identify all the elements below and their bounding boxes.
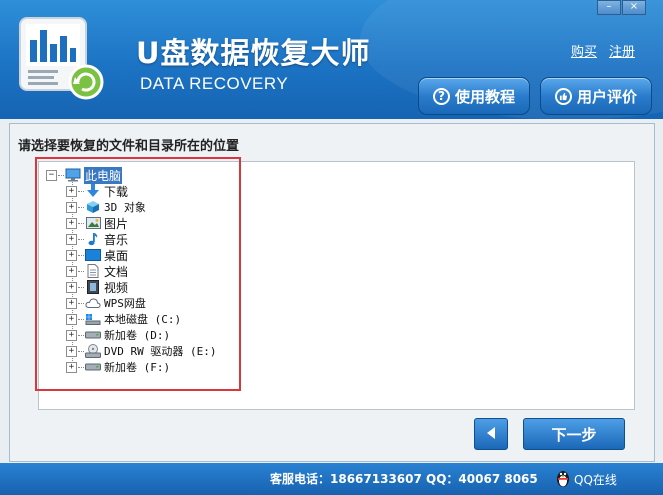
review-button-label: 用户评价 (576, 87, 637, 106)
document-icon (85, 264, 101, 278)
expand-toggle[interactable]: + (66, 249, 77, 261)
desktop-icon (85, 248, 101, 262)
tree-node-label: 视频 (104, 280, 129, 295)
tree-node-dvd-e[interactable]: + DVD RW 驱动器 (E:) (66, 343, 216, 359)
tree-node-3d-objects[interactable]: + 3D 对象 (66, 199, 146, 215)
expand-toggle[interactable]: + (66, 329, 77, 341)
expand-toggle[interactable]: + (66, 313, 77, 325)
register-link[interactable]: 注册 (609, 45, 635, 60)
computer-icon (65, 168, 81, 182)
cube-icon (85, 200, 101, 214)
close-button[interactable]: × (622, 0, 646, 15)
review-button[interactable]: 用户评价 (540, 77, 652, 115)
tree-node-label: 音乐 (104, 232, 129, 247)
tutorial-button-label: 使用教程 (454, 87, 515, 106)
thumb-icon (554, 87, 572, 105)
app-title: U盘数据恢复大师 (136, 36, 371, 70)
tree-node-drive-d[interactable]: + 新加卷 (D:) (66, 327, 170, 343)
arrow-left-icon (486, 426, 496, 443)
tree-node-label: 图片 (104, 216, 129, 231)
expand-toggle[interactable]: + (66, 345, 77, 357)
buy-link[interactable]: 购买 (571, 45, 597, 60)
expand-toggle[interactable]: + (66, 265, 77, 277)
contact-info: 客服电话：18667133607 QQ：40067 8065 (270, 472, 538, 486)
tree-node-pictures[interactable]: + 图片 (66, 215, 128, 231)
collapse-toggle[interactable]: − (46, 169, 57, 181)
qq-penguin-icon (555, 468, 571, 491)
download-icon (85, 184, 101, 198)
windows-drive-icon (85, 312, 101, 326)
expand-toggle[interactable]: + (66, 281, 77, 293)
expand-toggle[interactable]: + (66, 233, 77, 245)
minimize-button[interactable]: – (597, 0, 621, 15)
tree-node-label: 文档 (104, 264, 129, 279)
tree-node-label: 3D 对象 (104, 201, 146, 214)
app-logo-icon (19, 17, 104, 100)
tree-node-wps-cloud[interactable]: + WPS网盘 (66, 295, 146, 311)
expand-toggle[interactable]: + (66, 297, 77, 309)
tree-node-label: 新加卷 (D:) (104, 329, 171, 342)
drive-icon (85, 328, 101, 342)
tree-node-label: 新加卷 (F:) (104, 361, 171, 374)
app-header: U盘数据恢复大师 DATA RECOVERY – × 购买 注册 ? 使用教程 用… (0, 0, 663, 119)
tree-node-label: 本地磁盘 (C:) (104, 313, 182, 326)
tree-node-drive-c[interactable]: + 本地磁盘 (C:) (66, 311, 181, 327)
footer-bar: 客服电话：18667133607 QQ：40067 8065 QQ在线 (0, 463, 663, 495)
tree-node-desktop[interactable]: + 桌面 (66, 247, 128, 263)
top-links: 购买 注册 (571, 41, 635, 60)
expand-toggle[interactable]: + (66, 185, 77, 197)
question-icon: ? (432, 87, 450, 105)
tree-node-documents[interactable]: + 文档 (66, 263, 128, 279)
qq-online-label: QQ在线 (574, 472, 617, 487)
tree-node-label: 桌面 (104, 248, 129, 263)
app-subtitle: DATA RECOVERY (140, 74, 289, 93)
tree-node-drive-f[interactable]: + 新加卷 (F:) (66, 359, 170, 375)
picture-icon (85, 216, 101, 230)
cloud-icon (85, 296, 101, 310)
tree-node-label: DVD RW 驱动器 (E:) (104, 345, 217, 358)
tree-node-label: WPS网盘 (104, 297, 146, 310)
tree-node-videos[interactable]: + 视频 (66, 279, 128, 295)
location-prompt: 请选择要恢复的文件和目录所在的位置 (18, 139, 240, 154)
tree-node-downloads[interactable]: + 下载 (66, 183, 128, 199)
music-icon (85, 232, 101, 246)
expand-toggle[interactable]: + (66, 217, 77, 229)
video-icon (85, 280, 101, 294)
tree-node-this-pc[interactable]: − 此电脑 (46, 166, 123, 184)
main-panel: 请选择要恢复的文件和目录所在的位置 − 此电脑 + 下载 + 3D 对象 + 图… (9, 123, 655, 462)
qq-online-button[interactable]: QQ在线 (555, 466, 655, 492)
drive-icon (85, 360, 101, 374)
dvd-drive-icon (85, 344, 101, 358)
tree-node-label: 此电脑 (84, 166, 123, 184)
expand-toggle[interactable]: + (66, 201, 77, 213)
tree-node-music[interactable]: + 音乐 (66, 231, 128, 247)
back-button[interactable] (474, 418, 508, 450)
location-tree[interactable]: − 此电脑 + 下载 + 3D 对象 + 图片 + 音乐 + 桌面 + 文档 +… (38, 161, 635, 410)
tree-node-label: 下载 (104, 184, 129, 199)
expand-toggle[interactable]: + (66, 361, 77, 373)
tutorial-button[interactable]: ? 使用教程 (418, 77, 530, 115)
next-button[interactable]: 下一步 (523, 418, 625, 450)
